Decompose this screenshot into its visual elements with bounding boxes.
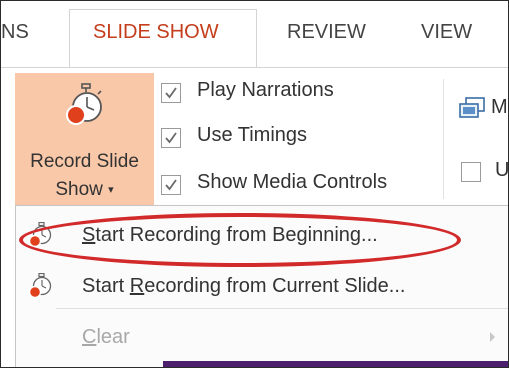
stopwatch-record-icon — [65, 83, 105, 131]
checkbox-box[interactable] — [161, 128, 181, 148]
record-slide-show-button[interactable]: Record Slide Show ▾ — [15, 73, 154, 206]
checkmark-icon — [165, 179, 177, 191]
checkbox-label: Show Media Controls — [197, 171, 388, 193]
menu-divider — [56, 308, 508, 309]
checkmark-icon — [165, 132, 177, 144]
monitor-label-partial[interactable]: M — [491, 96, 508, 119]
record-slide-show-label: Record Slide — [30, 151, 139, 172]
record-slide-show-label-2: Show ▾ — [55, 179, 114, 200]
tab-animations-partial[interactable]: NS — [1, 21, 29, 44]
menu-item-label: Start Recording from Current Slide... — [82, 275, 406, 297]
stopwatch-record-icon — [28, 221, 54, 248]
menu-item-start-recording-beginning[interactable]: Start Recording from Beginning... — [16, 210, 508, 260]
record-dropdown-menu: Start Recording from Beginning... Start … — [15, 205, 508, 367]
checkmark-icon — [165, 87, 177, 99]
checkbox-box[interactable] — [161, 175, 181, 195]
checkbox-label: Use Timings — [197, 124, 308, 146]
checkbox-label: Play Narrations — [197, 79, 334, 101]
app-window: NS SLIDE SHOW REVIEW VIEW Record Slide S… — [0, 0, 509, 368]
stopwatch-record-icon — [28, 272, 54, 299]
chevron-down-icon: ▾ — [108, 184, 114, 196]
ribbon-tab-strip: NS SLIDE SHOW REVIEW VIEW — [1, 1, 508, 70]
checkbox-box[interactable] — [161, 83, 181, 103]
monitor-icon[interactable] — [459, 97, 487, 121]
menu-item-start-recording-current[interactable]: Start Recording from Current Slide... — [16, 261, 508, 311]
group-divider — [443, 79, 444, 199]
tab-review[interactable]: REVIEW — [287, 21, 366, 44]
menu-item-label: Clear — [82, 326, 130, 348]
checkbox-use-presenter-view-partial[interactable] — [461, 162, 481, 182]
tab-slide-show[interactable]: SLIDE SHOW — [93, 21, 219, 44]
menu-item-label: Start Recording from Beginning... — [82, 224, 378, 246]
chevron-right-icon — [490, 332, 495, 342]
slide-canvas-edge — [163, 361, 508, 367]
menu-item-clear[interactable]: Clear — [16, 312, 508, 362]
tab-view[interactable]: VIEW — [421, 21, 472, 44]
use-presenter-view-label-partial: U — [495, 159, 509, 181]
